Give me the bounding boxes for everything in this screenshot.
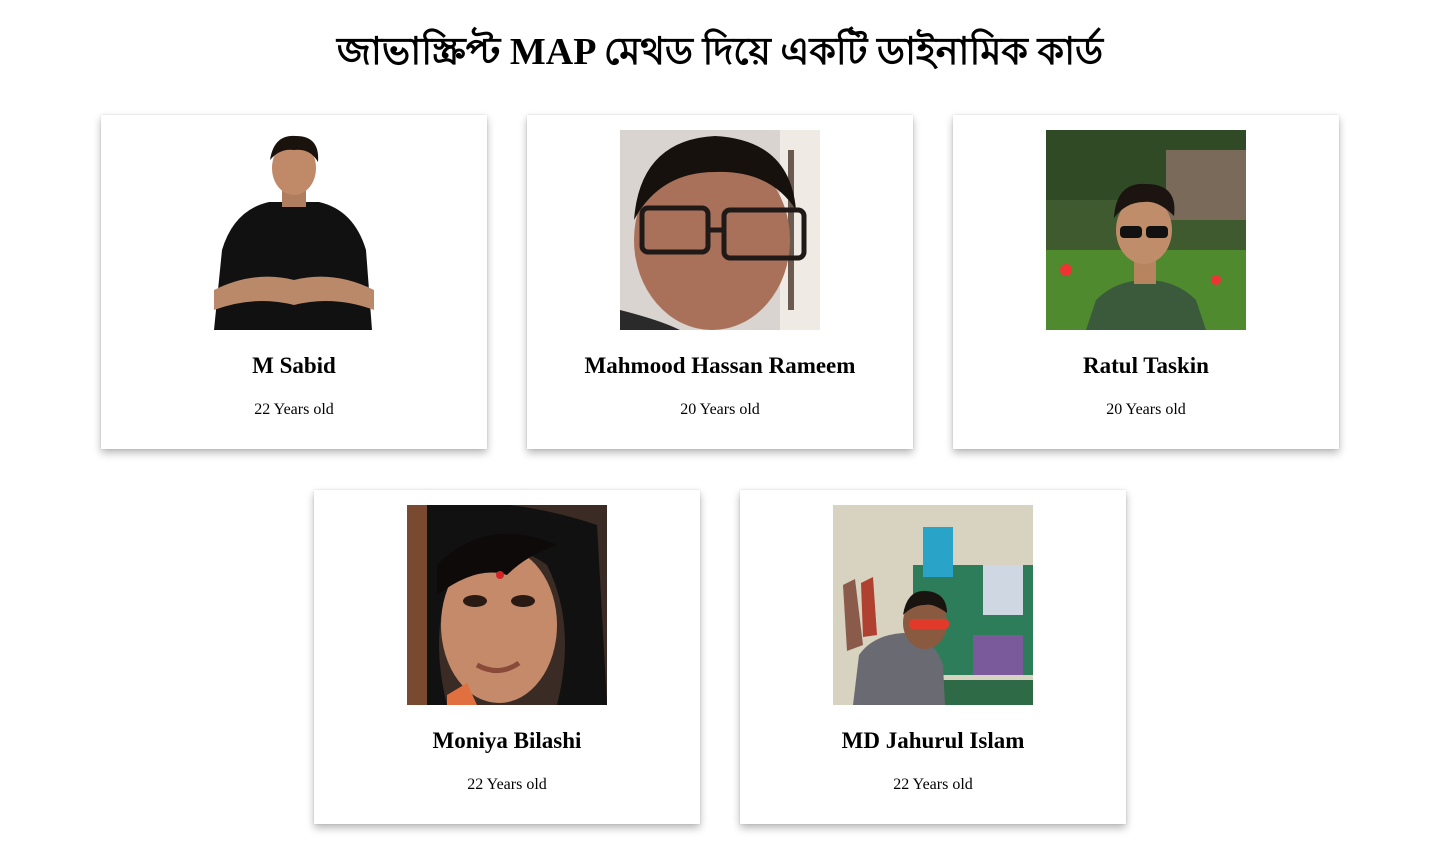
card-age: 20 Years old: [1106, 401, 1186, 418]
card-age: 20 Years old: [680, 401, 760, 418]
profile-card: Ratul Taskin 20 Years old: [953, 115, 1339, 449]
profile-photo: [833, 505, 1033, 705]
profile-card: MD Jahurul Islam 22 Years old: [740, 490, 1126, 824]
card-name: Moniya Bilashi: [432, 728, 582, 753]
card-name: Ratul Taskin: [1083, 353, 1209, 378]
card-name: MD Jahurul Islam: [841, 728, 1025, 753]
card-age: 22 Years old: [254, 401, 334, 418]
profile-card: Moniya Bilashi 22 Years old: [314, 490, 700, 824]
card-name: Mahmood Hassan Rameem: [584, 353, 856, 378]
card-age: 22 Years old: [893, 776, 973, 793]
profile-card: M Sabid 22 Years old: [101, 115, 487, 449]
profile-card: Mahmood Hassan Rameem 20 Years old: [527, 115, 913, 449]
profile-photo: [620, 130, 820, 330]
card-name: M Sabid: [252, 353, 336, 378]
card-age: 22 Years old: [467, 776, 547, 793]
page-title: জাভাস্ক্রিপ্ট MAP মেথড দিয়ে একটি ডাইনাম…: [336, 31, 1104, 73]
profile-photo: [194, 130, 394, 330]
profile-photo: [1046, 130, 1246, 330]
profile-photo: [407, 505, 607, 705]
